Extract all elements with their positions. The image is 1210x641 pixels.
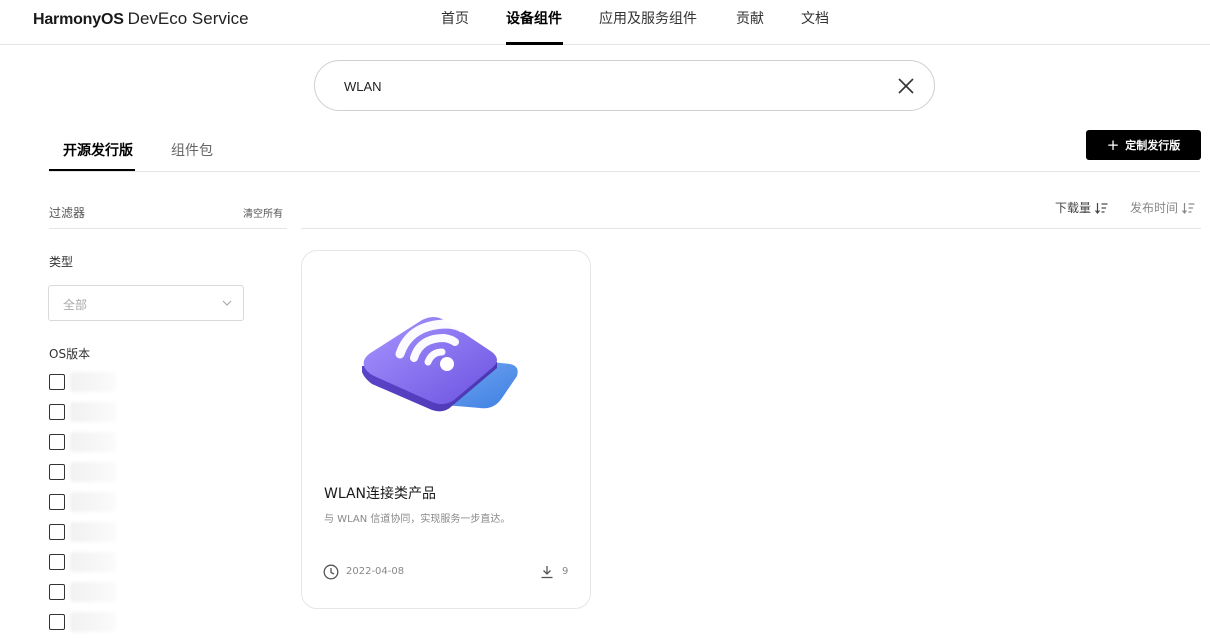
os-version-option-label: [70, 552, 116, 572]
sort-desc-icon: [1095, 202, 1108, 214]
sort-publish-time-label: 发布时间: [1130, 201, 1179, 215]
search-input[interactable]: [344, 75, 864, 97]
os-version-checkbox[interactable]: [49, 404, 65, 420]
card-title: WLAN连接类产品: [324, 486, 437, 502]
os-version-checkbox[interactable]: [49, 554, 65, 570]
type-select[interactable]: 全部: [48, 285, 244, 321]
os-version-option-label: [70, 432, 116, 452]
os-version-checkbox[interactable]: [49, 584, 65, 600]
clear-all-link[interactable]: 清空所有: [243, 205, 283, 220]
download-icon: [541, 566, 553, 579]
logo-brand: HarmonyOS: [33, 11, 124, 28]
card-description: 与 WLAN 信道协同，实现服务一步直达。: [324, 514, 511, 525]
tabs-divider: [49, 171, 1200, 172]
search-box: [314, 60, 935, 111]
type-label: 类型: [49, 255, 74, 269]
logo[interactable]: HarmonyOS DevEco Service: [33, 9, 249, 29]
filter-divider: [49, 228, 287, 229]
nav-item-docs[interactable]: 文档: [801, 8, 829, 28]
chevron-down-icon: [222, 300, 232, 306]
sort-by-downloads[interactable]: 下载量: [1055, 199, 1108, 216]
wifi-icon: [362, 317, 518, 412]
sort-by-publish-time[interactable]: 发布时间: [1130, 199, 1195, 216]
os-version-checkbox[interactable]: [49, 374, 65, 390]
os-version-checkbox[interactable]: [49, 524, 65, 540]
sort-downloads-label: 下载量: [1055, 201, 1092, 215]
filter-title: 过滤器: [49, 206, 86, 220]
result-card[interactable]: WLAN连接类产品 与 WLAN 信道协同，实现服务一步直达。 2022-04-…: [301, 250, 591, 609]
clock-icon: [323, 564, 339, 580]
os-version-label: OS版本: [49, 347, 91, 361]
nav-item-device-components[interactable]: 设备组件: [506, 8, 562, 28]
custom-release-button[interactable]: + 定制发行版: [1086, 130, 1201, 160]
os-version-checkbox[interactable]: [49, 434, 65, 450]
os-version-checkbox[interactable]: [49, 614, 65, 630]
nav-active-indicator: [506, 42, 563, 45]
os-version-option-label: [70, 462, 116, 482]
nav-item-app-service-components[interactable]: 应用及服务组件: [599, 8, 697, 28]
card-download-count: 9: [562, 566, 569, 577]
logo-product: DevEco Service: [127, 9, 249, 28]
card-date: 2022-04-08: [346, 566, 405, 577]
os-version-option-label: [70, 582, 116, 602]
type-select-value: 全部: [63, 298, 88, 312]
os-version-option-label: [70, 612, 116, 632]
custom-release-label: 定制发行版: [1125, 139, 1181, 152]
os-version-checkbox[interactable]: [49, 464, 65, 480]
plus-icon: +: [1106, 135, 1120, 154]
os-version-option-label: [70, 402, 116, 422]
close-icon[interactable]: [895, 75, 917, 97]
top-header: HarmonyOS DevEco Service 首页 设备组件 应用及服务组件 …: [0, 0, 1210, 45]
nav-item-contribute[interactable]: 贡献: [736, 8, 764, 28]
os-version-option-label: [70, 522, 116, 542]
nav-item-home[interactable]: 首页: [441, 8, 469, 28]
tab-open-source-release[interactable]: 开源发行版: [63, 140, 133, 160]
tab-component-package[interactable]: 组件包: [171, 140, 213, 160]
os-version-option-label: [70, 372, 116, 392]
sort-divider: [301, 228, 1201, 229]
os-version-checkbox[interactable]: [49, 494, 65, 510]
sort-desc-icon: [1182, 202, 1195, 214]
os-version-option-label: [70, 492, 116, 512]
